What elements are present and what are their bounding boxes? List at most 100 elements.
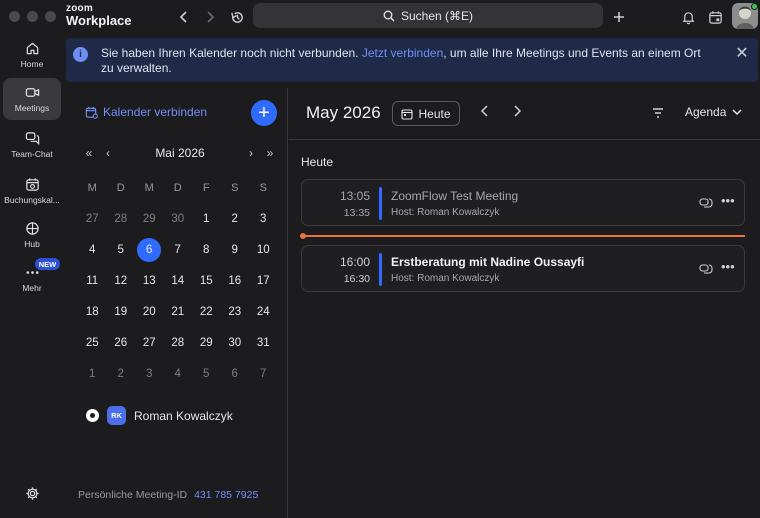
- calendar-day[interactable]: 26: [107, 331, 136, 355]
- calendar-week-row: 1 2 3 4 5 6 7: [78, 358, 278, 389]
- nav-label-hub: Hub: [24, 239, 40, 249]
- calendar-day[interactable]: 2: [221, 207, 250, 231]
- history-icon[interactable]: [227, 7, 247, 27]
- nav-item-team-chat[interactable]: Team-Chat: [3, 124, 61, 166]
- calendar-day[interactable]: 14: [164, 269, 193, 293]
- today-button[interactable]: Heute: [392, 101, 460, 126]
- nav-item-home[interactable]: Home: [3, 34, 61, 76]
- calendar-day[interactable]: 7: [249, 362, 278, 386]
- calendar-day[interactable]: 20: [135, 300, 164, 324]
- calendar-day-number: 30: [171, 212, 185, 225]
- event-card[interactable]: 13:05 13:35 ZoomFlow Test Meeting Host: …: [301, 179, 745, 226]
- window-minimize-button[interactable]: [27, 11, 38, 22]
- calendar-day[interactable]: 15: [192, 269, 221, 293]
- calendar-day[interactable]: 22: [192, 300, 221, 324]
- calendar-day-number: 6: [231, 367, 238, 380]
- calendar-day[interactable]: 28: [107, 207, 136, 231]
- forward-arrow-icon[interactable]: [200, 7, 220, 27]
- event-card[interactable]: 16:00 16:30 Erstberatung mit Nadine Ouss…: [301, 245, 745, 292]
- calendar-day[interactable]: 30: [164, 207, 193, 231]
- user-avatar[interactable]: [732, 3, 758, 29]
- view-selector[interactable]: Agenda: [685, 105, 742, 119]
- window-close-button[interactable]: [9, 11, 20, 22]
- next-period-icon[interactable]: [512, 105, 522, 120]
- connect-calendar-button[interactable]: Kalender verbinden: [85, 105, 207, 119]
- weekday-label: M: [87, 181, 97, 194]
- calendar-day[interactable]: 27: [135, 331, 164, 355]
- calendar-day[interactable]: 23: [221, 300, 250, 324]
- banner-close-icon[interactable]: ✕: [734, 46, 750, 62]
- calendar-day-today[interactable]: 6: [135, 237, 164, 262]
- add-event-button[interactable]: +: [251, 100, 277, 126]
- calendar-day-number: 1: [203, 212, 210, 225]
- window-zoom-button[interactable]: [45, 11, 56, 22]
- nav-item-booking-calendar[interactable]: Buchungskal...: [3, 170, 61, 212]
- calendar-day[interactable]: 12: [107, 269, 136, 293]
- calendar-day[interactable]: 1: [192, 207, 221, 231]
- plus-icon[interactable]: [609, 7, 629, 27]
- calendar-day[interactable]: 24: [249, 300, 278, 324]
- calendar-day[interactable]: 4: [164, 362, 193, 386]
- calendar-day[interactable]: 3: [135, 362, 164, 386]
- calendar-day[interactable]: 1: [78, 362, 107, 386]
- event-color-bar: [379, 253, 382, 286]
- filter-icon[interactable]: [651, 106, 665, 120]
- calendar-day[interactable]: 5: [107, 238, 136, 262]
- calendar-week-row: 11 12 13 14 15 16 17: [78, 265, 278, 296]
- search-label: Suchen (⌘E): [400, 8, 474, 23]
- event-more-icon[interactable]: •••: [721, 193, 735, 208]
- banner-connect-link[interactable]: Jetzt verbinden: [362, 46, 443, 60]
- search-bar[interactable]: Suchen (⌘E): [253, 3, 603, 28]
- chevron-down-icon: [732, 109, 742, 116]
- calendar-day[interactable]: 9: [221, 238, 250, 262]
- calendar-day[interactable]: 10: [249, 238, 278, 262]
- calendar-day[interactable]: 25: [78, 331, 107, 355]
- calendar-day[interactable]: 21: [164, 300, 193, 324]
- calendar-day[interactable]: 4: [78, 238, 107, 262]
- nav-item-meetings[interactable]: Meetings: [3, 78, 61, 120]
- event-more-icon[interactable]: •••: [721, 259, 735, 274]
- calendar-day[interactable]: 5: [192, 362, 221, 386]
- prev-year-icon[interactable]: «: [82, 146, 96, 160]
- calendar-day[interactable]: 27: [78, 207, 107, 231]
- calendar-day[interactable]: 7: [164, 238, 193, 262]
- personal-meeting-id-label: Persönliche Meeting-ID: [78, 489, 188, 501]
- meeting-chat-icon[interactable]: [699, 262, 713, 276]
- calendar-day[interactable]: 6: [221, 362, 250, 386]
- calendar-day[interactable]: 3: [249, 207, 278, 231]
- online-status-dot: [751, 3, 758, 10]
- calendar-day[interactable]: 30: [221, 331, 250, 355]
- calendar-day-number: 30: [228, 336, 242, 349]
- next-year-icon[interactable]: »: [263, 146, 277, 160]
- calendar-day-number: 2: [117, 367, 124, 380]
- next-month-icon[interactable]: ›: [244, 146, 258, 160]
- settings-gear-icon[interactable]: [22, 483, 42, 503]
- calendar-toggle-radio[interactable]: [86, 409, 99, 422]
- calendar-day[interactable]: 18: [78, 300, 107, 324]
- calendar-day[interactable]: 17: [249, 269, 278, 293]
- calendar-day[interactable]: 2: [107, 362, 136, 386]
- prev-month-icon[interactable]: ‹: [101, 146, 115, 160]
- calendar-day[interactable]: 31: [249, 331, 278, 355]
- calendar-day[interactable]: 29: [192, 331, 221, 355]
- meeting-chat-icon[interactable]: [699, 196, 713, 210]
- prev-period-icon[interactable]: [480, 105, 490, 120]
- calendar-day[interactable]: 28: [164, 331, 193, 355]
- calendar-app-icon[interactable]: [705, 7, 725, 27]
- calendar-day-number: 13: [142, 274, 156, 287]
- calendar-day[interactable]: 19: [107, 300, 136, 324]
- calendar-day[interactable]: 29: [135, 207, 164, 231]
- calendar-day[interactable]: 8: [192, 238, 221, 262]
- calendar-day[interactable]: 11: [78, 269, 107, 293]
- calendar-day[interactable]: 13: [135, 269, 164, 293]
- calendar-day-number: 21: [171, 305, 185, 318]
- personal-meeting-id-link[interactable]: 431 785 7925: [194, 489, 258, 501]
- back-arrow-icon[interactable]: [174, 7, 194, 27]
- calendar-day-number: 4: [174, 367, 181, 380]
- calendar-day[interactable]: 16: [221, 269, 250, 293]
- current-time-dot: [300, 233, 306, 239]
- bell-icon[interactable]: [678, 7, 698, 27]
- nav-item-hub[interactable]: Hub: [3, 214, 61, 256]
- calendar-owner-row[interactable]: RK Roman Kowalczyk: [86, 406, 233, 425]
- weekday-label: F: [202, 181, 210, 194]
